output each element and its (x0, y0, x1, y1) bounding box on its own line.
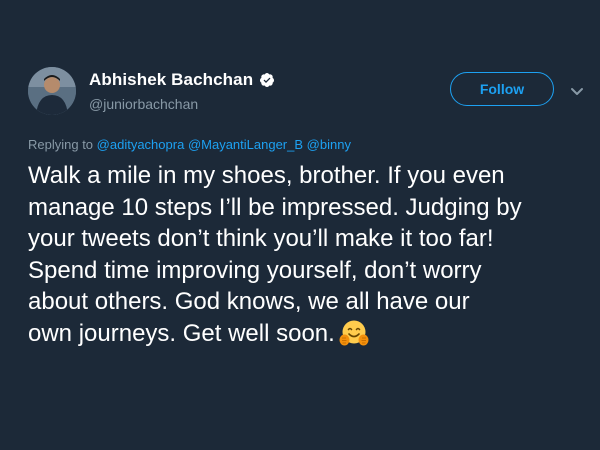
avatar[interactable] (28, 67, 76, 115)
mention-link-binny[interactable]: @binny (307, 137, 351, 152)
tweet-text-line-last: own journeys. Get well soon. (28, 318, 588, 350)
hugging-face-emoji-icon (339, 319, 369, 347)
author-name-row: Abhishek Bachchan (89, 70, 275, 90)
mention-link-adityachopra[interactable]: @adityachopra (97, 137, 185, 152)
chevron-down-icon[interactable] (570, 84, 584, 95)
mention-link-mayantilanger[interactable]: @MayantiLanger_B (188, 137, 303, 152)
verified-badge-icon (259, 72, 275, 88)
reply-context-prefix: Replying to (28, 137, 94, 152)
reply-context: Replying to @adityachopra @MayantiLanger… (28, 137, 351, 152)
tweet-text-line: your tweets don’t think you’ll make it t… (28, 225, 494, 252)
tweet-text-line: manage 10 steps I’ll be impressed. Judgi… (28, 193, 522, 221)
tweet-text-line: own journeys. Get well soon. (28, 319, 335, 347)
tweet-text-line: about others. God knows, we all have our (28, 288, 470, 315)
tweet-text: Walk a mile in my shoes, brother. If you… (28, 160, 588, 349)
author-display-name[interactable]: Abhishek Bachchan (89, 70, 253, 90)
tweet-card: Abhishek Bachchan @juniorbachchan Follow… (0, 0, 600, 450)
tweet-text-line: Spend time improving yourself, don’t wor… (28, 256, 482, 284)
author-handle[interactable]: @juniorbachchan (89, 96, 198, 112)
follow-button[interactable]: Follow (450, 72, 554, 106)
tweet-text-line: Walk a mile in my shoes, brother. If you… (28, 162, 505, 189)
